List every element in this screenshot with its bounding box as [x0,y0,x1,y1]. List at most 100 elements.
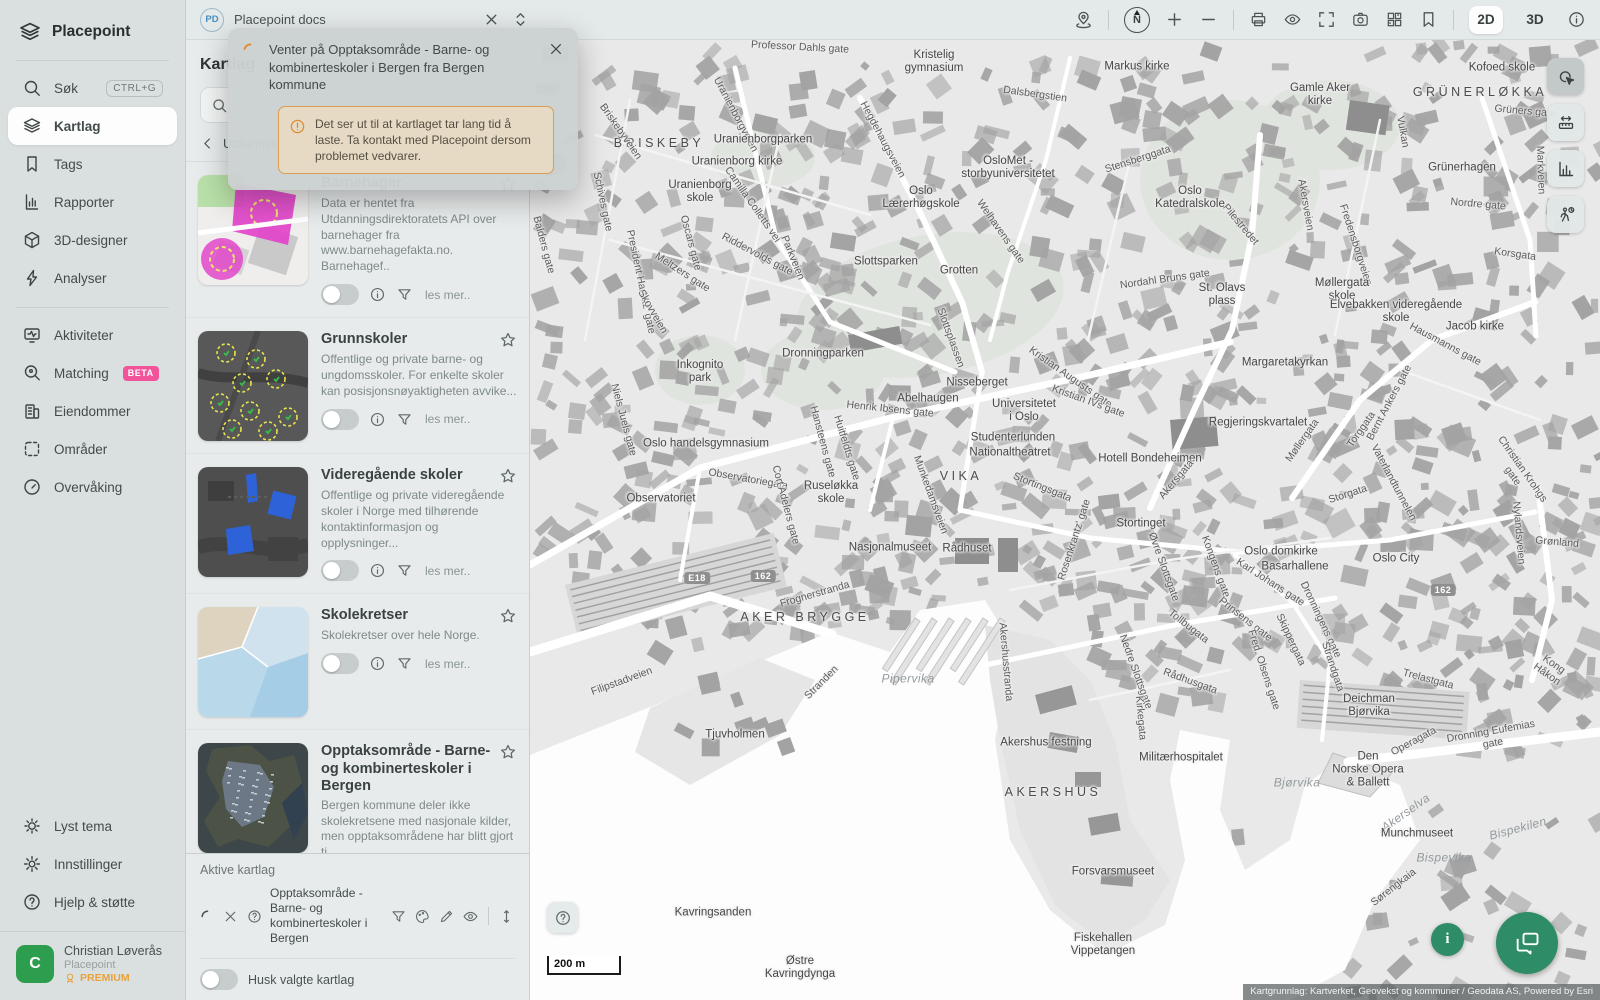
filter-icon[interactable] [390,908,407,925]
layer-card-list: Barnehager Data er hentet fra Utdannings… [186,161,529,853]
layer-card-grunnskoler[interactable]: Grunnskoler Offentlige og private barne-… [186,318,529,454]
sidebar-item-label: Analyser [54,271,107,286]
les-mer-link[interactable]: les mer.. [425,564,470,578]
loading-spinner-icon [200,909,215,924]
sidebar-item-label: Kartlag [54,119,101,134]
info-icon[interactable] [369,655,386,672]
layer-card-opptaksomr-de-barne-og-kombine[interactable]: Opptaksområde - Barne- og kombinerteskol… [186,730,529,853]
layer-thumbnail[interactable] [198,607,308,717]
view-3d-button[interactable]: 3D [1518,6,1552,34]
sidebar-item-matching[interactable]: Matching BETA [8,354,177,392]
favorite-star-icon[interactable] [499,607,517,625]
info-icon[interactable] [369,286,386,303]
favorite-star-icon[interactable] [499,467,517,485]
sidebar-item-kartlag[interactable]: Kartlag [8,107,177,145]
info-icon[interactable] [369,562,386,579]
layer-card-videreg-ende-skoler[interactable]: Videregående skoler Offentlige og privat… [186,454,529,594]
visibility-icon[interactable] [1283,10,1302,29]
style-palette-icon[interactable] [414,908,431,925]
sidebar-item-tags[interactable]: Tags [8,145,177,183]
edit-pen-icon[interactable] [438,908,455,925]
toast-warning-text: Det ser ut til at kartlaget tar lang tid… [315,116,543,165]
select-tool-button[interactable] [1547,58,1584,95]
sidebar-item-innstillinger[interactable]: Innstillinger [8,845,177,883]
reorder-icon[interactable] [498,908,515,925]
layer-title: Opptaksområde - Barne- og kombinerteskol… [321,743,493,794]
map-canvas[interactable]: Professor Dahls gateKristelig gymnasiumD… [530,40,1600,1000]
sidebar-item-label: Lyst tema [54,819,112,834]
divider [16,60,169,61]
print-icon[interactable] [1249,10,1268,29]
matchpin-icon [22,363,42,383]
remember-layers-row: Husk valgte kartlag [200,958,515,990]
compass-icon[interactable]: N [1124,7,1150,33]
layer-thumbnail[interactable] [198,331,308,441]
layer-title: Grunnskoler [321,331,493,348]
close-doc-icon[interactable] [482,10,501,29]
view-2d-button[interactable]: 2D [1469,6,1503,34]
layer-thumbnail[interactable] [198,467,308,577]
user-card[interactable]: C Christian Løverås Placepoint PREMIUM [0,931,185,988]
warning-icon [289,118,306,135]
layer-description: Offentlige og private barne- og ungdomss… [321,352,517,399]
sidebar-item-analyser[interactable]: Analyser [8,259,177,297]
map-help-button[interactable] [547,902,578,933]
layer-thumbnail[interactable] [198,743,308,853]
favorite-star-icon[interactable] [499,743,517,761]
travel-time-button[interactable] [1547,196,1584,233]
zoom-out-icon[interactable] [1199,10,1218,29]
basemap [530,40,1600,1000]
collapse-expand-icon[interactable] [511,10,530,29]
filter-icon[interactable] [396,286,413,303]
layer-toggle[interactable] [321,284,359,305]
les-mer-link[interactable]: les mer.. [425,657,470,671]
sidebar-item-hjelp-st-tte[interactable]: Hjelp & støtte [8,883,177,921]
layout-grid-icon[interactable] [1385,10,1404,29]
remove-layer-icon[interactable] [222,908,239,925]
shortcut-badge: CTRL+G [106,80,163,97]
visibility-eye-icon[interactable] [462,908,479,925]
layer-toggle[interactable] [321,409,359,430]
sidebar-item-rapporter[interactable]: Rapporter [8,183,177,221]
layer-card-skolekretser[interactable]: Skolekretser Skolekretser over hele Norg… [186,594,529,730]
layer-help-icon[interactable] [246,908,263,925]
les-mer-link[interactable]: les mer.. [425,412,470,426]
layer-toggle[interactable] [321,653,359,674]
sidebar-item-omr-der[interactable]: Områder [8,430,177,468]
toast-close-icon[interactable] [548,41,564,57]
fullscreen-icon[interactable] [1317,10,1336,29]
loading-toast: Venter på Opptaksområde - Barne- og komb… [228,28,578,190]
measure-tool-button[interactable] [1547,104,1584,141]
sidebar-item-3d-designer[interactable]: 3D-designer [8,221,177,259]
les-mer-link[interactable]: les mer.. [425,288,470,302]
screenshot-icon[interactable] [1351,10,1370,29]
layer-thumbnail[interactable] [198,175,308,285]
sidebar-item-overv-king[interactable]: Overvåking [8,468,177,506]
active-layer-row[interactable]: Opptaksområde - Barne- og kombinerteskol… [200,886,515,946]
sidebar-item-lyst-tema[interactable]: Lyst tema [8,807,177,845]
filter-icon[interactable] [396,411,413,428]
locate-icon[interactable] [1074,10,1093,29]
bolt-icon [22,268,42,288]
sidebar-item-aktiviteter[interactable]: Aktiviteter [8,316,177,354]
remember-layers-label: Husk valgte kartlag [248,973,354,987]
info-icon[interactable] [1567,10,1586,29]
layer-description: Bergen kommune deler ikke skolekretsene … [321,798,517,853]
favorite-star-icon[interactable] [499,331,517,349]
chat-button[interactable] [1496,912,1558,974]
statistics-button[interactable] [1547,150,1584,187]
filter-icon[interactable] [396,562,413,579]
layer-toggle[interactable] [321,560,359,581]
bookmark-icon[interactable] [1419,10,1438,29]
sidebar-item-s-k[interactable]: Søk CTRL+G [8,69,177,107]
info-icon[interactable] [369,411,386,428]
zoom-in-icon[interactable] [1165,10,1184,29]
sidebar-item-eiendommer[interactable]: Eiendommer [8,392,177,430]
search-icon [22,78,42,98]
sidebar-item-label: Overvåking [54,480,122,495]
map-info-button[interactable]: i [1431,923,1464,956]
remember-layers-toggle[interactable] [200,969,238,990]
user-name: Christian Løverås [64,944,162,958]
gear-icon [22,854,42,874]
filter-icon[interactable] [396,655,413,672]
